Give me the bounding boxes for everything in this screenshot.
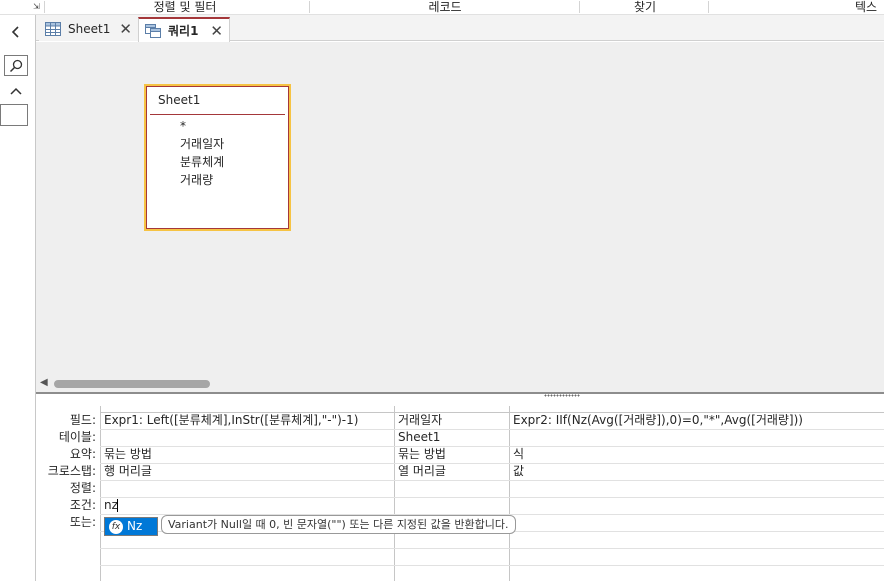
ribbon-group-find: 찾기 — [633, 0, 657, 14]
scroll-left-icon[interactable]: ◀ — [40, 377, 48, 388]
query-design-grid: 필드: 테이블: 요약: 크로스탭: 정렬: 조건: 또는: Expr1: Le… — [36, 398, 884, 581]
tab-label: Sheet1 — [68, 22, 111, 36]
grid-cell-total[interactable]: 식 — [513, 446, 883, 463]
grid-cell-total[interactable]: 묶는 방법 — [398, 446, 506, 463]
grid-cell-criteria[interactable]: nz — [104, 497, 392, 514]
autocomplete-tooltip: Variant가 Null일 때 0, 빈 문자열("") 또는 다른 지정된 … — [161, 515, 516, 534]
grid-column-border — [509, 406, 510, 581]
table-field-item[interactable]: 거래일자 — [180, 135, 224, 153]
query-table-pane[interactable]: Sheet1 * 거래일자 분류체계 거래량 — [36, 42, 884, 376]
row-label-field: 필드: — [69, 413, 96, 427]
ribbon-separator — [708, 1, 709, 13]
grid-cell-table[interactable] — [513, 429, 883, 446]
ribbon-group-records: 레코드 — [428, 0, 462, 14]
grid-row-line — [100, 548, 884, 549]
tab-label: 쿼리1 — [168, 24, 199, 38]
upper-pane-scrollbar[interactable]: ◀ — [36, 376, 884, 392]
chevron-left-icon[interactable] — [4, 24, 28, 44]
row-label-crosstab: 크로스탭: — [47, 464, 96, 478]
grid-cell-criteria[interactable] — [513, 497, 883, 514]
ribbon-separator — [309, 1, 310, 13]
grid-cell-sort[interactable] — [513, 480, 883, 497]
table-field-item[interactable]: 분류체계 — [180, 153, 224, 171]
nav-search-button[interactable] — [4, 55, 28, 76]
row-label-criteria: 조건: — [69, 498, 96, 512]
tab-sheet1[interactable]: Sheet1 ✕ — [39, 17, 138, 41]
nav-filter-input[interactable] — [0, 104, 28, 126]
ribbon-group-sort-filter: 정렬 및 필터 — [153, 0, 217, 14]
ribbon-group-text: 텍스 — [855, 0, 878, 14]
grid-cell-total[interactable]: 묶는 방법 — [104, 446, 392, 463]
table-field-item[interactable]: 거래량 — [180, 171, 213, 189]
grid-cell-crosstab[interactable]: 값 — [513, 463, 883, 480]
grid-cell-field[interactable]: Expr2: IIf(Nz(Avg([거래량]),0)=0,"*",Avg([거… — [513, 412, 883, 429]
grid-cell-sort[interactable] — [398, 480, 506, 497]
close-icon[interactable]: ✕ — [119, 20, 132, 38]
tab-query1[interactable]: 쿼리1 ✕ — [138, 17, 230, 42]
search-icon — [9, 59, 23, 73]
navigation-pane — [0, 15, 36, 581]
chevron-up-icon[interactable] — [4, 81, 28, 101]
grid-column-border — [100, 406, 101, 581]
function-icon: fx — [109, 520, 123, 534]
grid-row-line — [100, 565, 884, 566]
dialog-launcher-icon[interactable]: ⇲ — [33, 2, 43, 12]
row-label-total: 요약: — [69, 447, 96, 461]
autocomplete-item-nz[interactable]: fx Nz — [104, 517, 158, 536]
row-label-sort: 정렬: — [69, 481, 96, 495]
text-caret — [117, 499, 118, 512]
row-label-table: 테이블: — [58, 430, 96, 444]
grid-cell-table[interactable]: Sheet1 — [398, 429, 506, 446]
grid-cell-crosstab[interactable]: 행 머리글 — [104, 463, 392, 480]
table-field-list-sheet1[interactable]: Sheet1 * 거래일자 분류체계 거래량 — [144, 84, 291, 231]
grid-column-border — [394, 406, 395, 581]
table-icon — [45, 22, 61, 36]
table-box-title: Sheet1 — [158, 93, 201, 107]
autocomplete-item-label: Nz — [127, 519, 143, 533]
grid-cell-field[interactable]: Expr1: Left([분류체계],InStr([분류체계],"-")-1) — [104, 412, 392, 429]
ribbon-group-labels: ⇲ 정렬 및 필터 레코드 찾기 텍스 — [0, 0, 884, 15]
grid-cell-criteria[interactable] — [398, 497, 506, 514]
grid-cell-sort[interactable] — [104, 480, 392, 497]
query-icon — [145, 23, 161, 38]
scrollbar-thumb[interactable] — [54, 380, 210, 388]
grid-cell-table[interactable] — [104, 429, 392, 446]
grid-cell-crosstab[interactable]: 열 머리글 — [398, 463, 506, 480]
grid-cell-field[interactable]: 거래일자 — [398, 412, 506, 429]
row-label-or: 또는: — [69, 515, 96, 529]
table-field-item[interactable]: * — [180, 117, 186, 135]
splitter-grip[interactable] — [544, 394, 580, 397]
table-box-divider — [150, 114, 285, 115]
ribbon-separator — [44, 1, 45, 13]
ribbon-separator — [579, 1, 580, 13]
close-icon[interactable]: ✕ — [210, 22, 223, 40]
document-tab-bar: Sheet1 ✕ 쿼리1 ✕ — [36, 15, 884, 42]
